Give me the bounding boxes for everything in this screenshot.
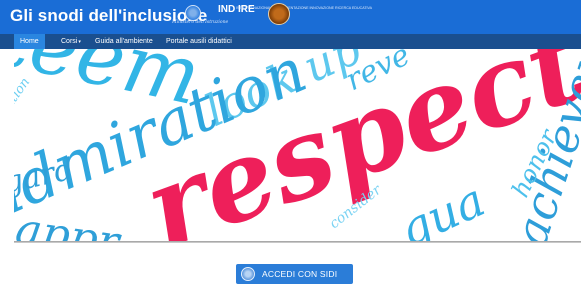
banner-word: appr [14,203,125,243]
nav-item-corsi[interactable]: Corsi▾ [61,34,81,49]
seal-logo-icon [268,3,290,25]
word-cloud-image: steem look up reve admiration peration g… [14,49,581,243]
nav-item-home[interactable]: Home [14,34,45,49]
banner-word: peration [14,75,33,129]
top-header: Gli snodi dell'inclusione Ministero dell… [0,0,581,34]
nav-item-label: Guida all'ambiente [95,38,153,45]
ministry-emblem-icon [185,5,201,21]
accedi-button-label: ACCEDI CON SIDI [262,269,338,279]
nav-item-guida[interactable]: Guida all'ambiente [95,34,153,49]
nav-item-label: Home [20,38,39,45]
caret-down-icon: ▾ [78,39,81,45]
hero-banner: steem look up reve admiration peration g… [14,49,581,243]
nav-item-portale[interactable]: Portale ausili didattici [166,34,232,49]
accedi-con-sidi-button[interactable]: ACCEDI CON SIDI [236,264,353,284]
ministry-emblem-icon [241,267,255,281]
main-navbar: Home Corsi▾ Guida all'ambiente Portale a… [0,34,581,49]
nav-item-label: Portale ausili didattici [166,38,232,45]
nav-item-label: Corsi [61,38,78,45]
banner-shadow-divider [14,241,581,243]
indire-logo-subtitle: ISTITUTO NAZIONALE DOCUMENTAZIONE INNOVA… [236,6,373,10]
ministry-signature: Ministero dell'Istruzione [172,20,229,25]
